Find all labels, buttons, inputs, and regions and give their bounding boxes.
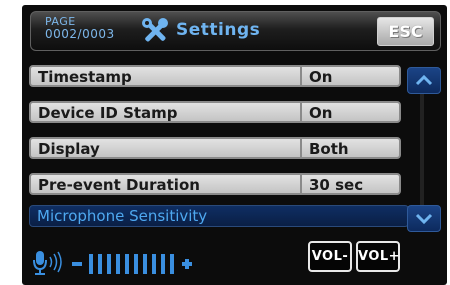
row-divider [300,67,302,85]
page-label: PAGE [45,15,76,28]
tools-icon [141,18,169,48]
setting-label-selected: Microphone Sensitivity [37,207,208,225]
setting-row-microphone-sensitivity[interactable]: Microphone Sensitivity [29,205,409,227]
row-divider [300,175,302,193]
setting-row-device-id-stamp[interactable]: Device ID Stamp On [29,101,401,123]
setting-label: Timestamp [38,68,132,86]
page-title: Settings [176,20,261,40]
scroll-up-button[interactable] [407,67,441,94]
setting-row-pre-event-duration[interactable]: Pre-event Duration 30 sec [29,173,401,195]
setting-row-display[interactable]: Display Both [29,137,401,159]
device-screen: PAGE 0002/0003 Settings ESC Timestamp On… [22,5,447,285]
setting-label: Display [38,140,100,158]
setting-label: Pre-event Duration [38,176,200,194]
row-divider [300,139,302,157]
chevron-down-icon [408,213,440,235]
vol-up-button[interactable]: VOL+ [356,241,400,272]
setting-value: 30 sec [309,176,364,194]
page-number: 0002/0003 [45,27,115,41]
page-indicator: PAGE 0002/0003 [45,16,115,41]
setting-value: Both [309,140,349,158]
vol-down-button[interactable]: VOL- [308,241,352,272]
header-bar: PAGE 0002/0003 Settings ESC [30,11,441,51]
row-divider [300,103,302,121]
scroll-track [420,93,424,205]
setting-row-timestamp[interactable]: Timestamp On [29,65,401,87]
esc-button[interactable]: ESC [377,17,434,46]
microphone-icon [32,249,72,281]
setting-value: On [309,68,333,86]
chevron-up-icon [408,74,440,97]
setting-value: On [309,104,333,122]
scroll-down-button[interactable] [407,205,441,232]
setting-label: Device ID Stamp [38,104,178,122]
volume-level-indicator [72,252,222,280]
